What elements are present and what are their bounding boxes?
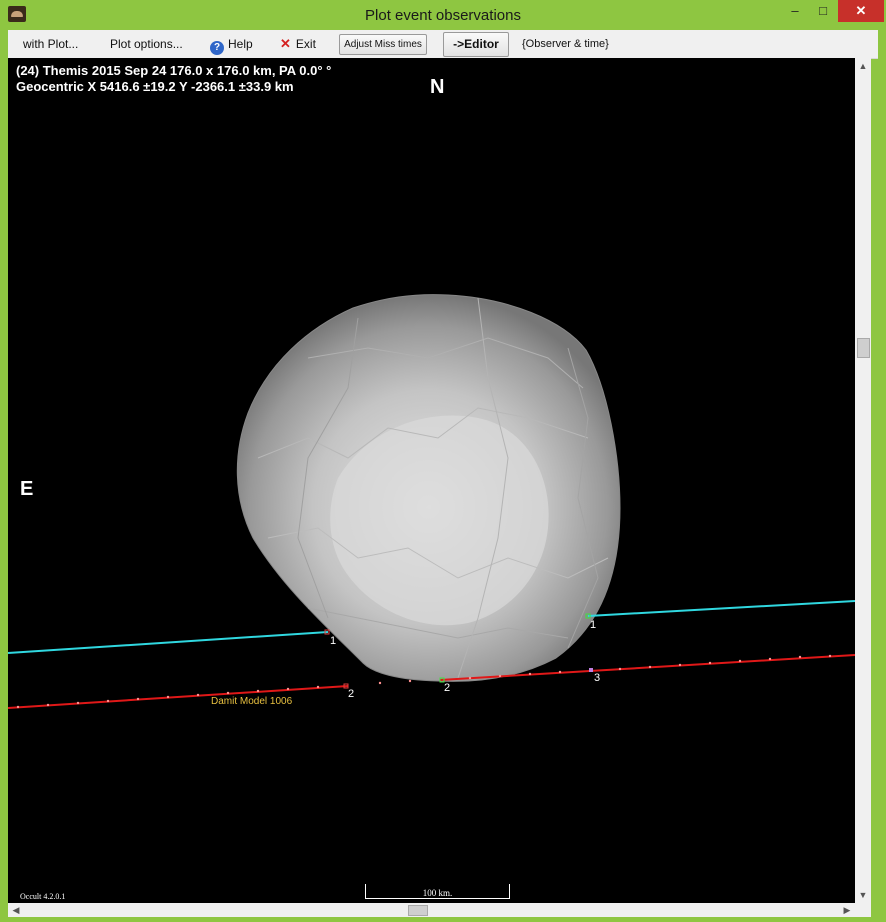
chord-label: 1 (330, 635, 337, 647)
vertical-scrollbar[interactable]: ▲ ▼ (855, 58, 871, 903)
chord-3-marker (589, 668, 593, 672)
vertical-scroll-thumb[interactable] (857, 338, 870, 358)
scroll-right-icon[interactable]: ▶ (839, 903, 855, 917)
menu-exit-label: Exit (295, 37, 316, 51)
scroll-up-icon[interactable]: ▲ (855, 58, 871, 74)
chord-label: 1 (590, 619, 597, 631)
plot-canvas[interactable]: (24) Themis 2015 Sep 24 176.0 x 176.0 km… (8, 58, 855, 903)
exit-icon: ✕ (280, 36, 291, 51)
north-label: N (430, 76, 445, 98)
adjust-miss-times-button[interactable]: Adjust Miss times (339, 34, 427, 55)
minimize-button[interactable]: – (780, 0, 810, 22)
scroll-down-icon[interactable]: ▼ (855, 887, 871, 903)
menu-bar: with Plot... Plot options... ? Help ✕ Exit… (8, 30, 878, 59)
event-info-line1: (24) Themis 2015 Sep 24 176.0 x 176.0 km… (16, 63, 332, 78)
chord-label: 2 (444, 682, 451, 694)
menu-help-label: Help (228, 37, 253, 51)
chord-label: 2 (348, 688, 355, 700)
editor-button[interactable]: ->Editor (443, 32, 509, 57)
plot-svg (8, 294, 855, 709)
asteroid-shape (236, 294, 621, 682)
close-button[interactable]: ✕ (838, 0, 884, 22)
menu-exit[interactable]: ✕ Exit (280, 30, 316, 58)
horizontal-scroll-thumb[interactable] (408, 905, 428, 916)
help-icon: ? (210, 41, 224, 55)
maximize-button[interactable]: □ (808, 0, 838, 22)
window-title: Plot event observations (365, 7, 521, 24)
model-label: Damit Model 1006 (211, 696, 293, 707)
event-info-line2: Geocentric X 5416.6 ±19.2 Y -2366.1 ±33.… (16, 79, 294, 94)
title-bar[interactable]: Plot event observations – □ ✕ (0, 0, 886, 30)
scale-label: 100 km. (422, 888, 453, 898)
menu-plot-options[interactable]: Plot options... (110, 30, 183, 58)
east-label: E (20, 478, 34, 500)
scroll-corner (855, 903, 871, 917)
menu-with-plot[interactable]: with Plot... (23, 30, 78, 58)
scale-bar: 100 km. (365, 884, 510, 899)
menu-help[interactable]: ? Help (210, 30, 253, 58)
menu-observer-time[interactable]: {Observer & time} (522, 30, 609, 58)
plot-window: Plot event observations – □ ✕ with Plot.… (0, 0, 886, 922)
version-label: Occult 4.2.0.1 (20, 892, 66, 901)
horizontal-scrollbar[interactable]: ◀ ▶ (8, 903, 855, 917)
scroll-left-icon[interactable]: ◀ (8, 903, 24, 917)
chord-label: 3 (594, 672, 601, 684)
